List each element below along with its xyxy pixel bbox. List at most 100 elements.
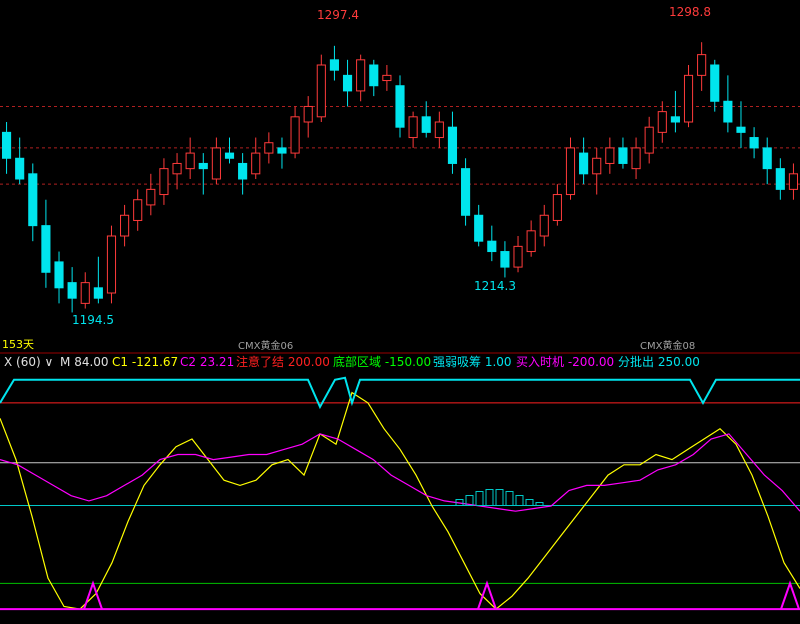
- accumulation-bar: [505, 491, 514, 507]
- candle-body-down: [474, 214, 484, 242]
- candle-body-up: [356, 59, 366, 92]
- candle: [133, 189, 143, 231]
- c2-readout: C2 23.21: [180, 355, 234, 369]
- series-c2: [0, 433, 800, 512]
- candle-body-down: [93, 287, 103, 299]
- candle-body-down: [238, 162, 248, 180]
- candle: [80, 272, 90, 309]
- candle: [224, 137, 235, 164]
- candle: [54, 251, 64, 304]
- candle: [120, 204, 130, 247]
- low-label-1: 1194.5: [72, 313, 114, 327]
- candle: [552, 184, 562, 226]
- price-panel: [0, 42, 800, 313]
- candle: [710, 59, 720, 112]
- candle-body-up: [159, 168, 169, 196]
- candle-body-up: [631, 147, 641, 170]
- buy-label: 买入时机: [516, 355, 565, 369]
- low-label-2: 1214.3: [474, 279, 516, 293]
- candle-body-up: [605, 147, 615, 164]
- candle: [67, 267, 77, 313]
- chevron-down-icon[interactable]: ∨: [41, 355, 53, 369]
- candle: [644, 116, 654, 164]
- chart-canvas: 1297.4 1298.8 1194.5 1214.3 153天 CMX黄金06…: [0, 5, 800, 611]
- candle-body-down: [421, 116, 431, 133]
- accumulation-bar: [515, 495, 524, 507]
- candle-body-down: [329, 59, 339, 71]
- contract-label-2: CMX黄金08: [640, 339, 695, 352]
- bottom-value: -150.00: [384, 355, 432, 369]
- candle-body-down: [461, 168, 471, 216]
- candle-body-up: [657, 111, 667, 133]
- candle-body-up: [408, 116, 418, 139]
- alert-readout: 注意了结 200.00: [236, 355, 330, 369]
- candle-body-down: [447, 126, 458, 164]
- accumulation-bar: [535, 502, 544, 507]
- candle: [670, 90, 680, 133]
- candle-body-down: [67, 282, 77, 299]
- candle: [657, 101, 667, 143]
- alert-value: 200.00: [287, 355, 330, 369]
- candle: [447, 111, 458, 174]
- candle-body-up: [303, 105, 313, 123]
- candle: [749, 127, 759, 159]
- candle-body-up: [683, 74, 694, 123]
- c2-label: C2: [180, 355, 197, 369]
- high-label-2: 1298.8: [669, 5, 711, 19]
- candle-body-up: [185, 152, 195, 170]
- bottom-readout: 底部区域 -150.00: [333, 355, 431, 369]
- candle: [513, 236, 523, 273]
- candle-body-up: [146, 188, 156, 206]
- candle-body-down: [28, 173, 38, 227]
- candle-body-up: [788, 173, 799, 190]
- candle-body-down: [723, 100, 733, 123]
- candle: [500, 241, 510, 278]
- candle: [474, 204, 484, 247]
- candle: [487, 225, 497, 262]
- candle-body-down: [369, 64, 379, 87]
- candle: [592, 147, 602, 195]
- sell-label: 分批出: [618, 355, 655, 369]
- candle: [146, 173, 156, 216]
- candle: [251, 137, 261, 179]
- candle-body-down: [762, 147, 772, 170]
- candle: [303, 96, 313, 138]
- candle: [526, 220, 536, 257]
- candle-body-down: [395, 85, 405, 128]
- indicator-panel: [0, 376, 800, 611]
- c2-value: 23.21: [199, 355, 235, 369]
- buy-signal-spike: [477, 580, 497, 610]
- candle: [762, 137, 772, 185]
- candle-body-up: [539, 214, 549, 237]
- bottom-label: 底部区域: [333, 355, 382, 369]
- strong-value: 1.00: [484, 355, 512, 369]
- candle: [264, 132, 274, 164]
- series-x: [0, 391, 800, 610]
- candle-body-down: [41, 225, 51, 273]
- m-label: M: [60, 355, 71, 369]
- candle-body-down: [710, 64, 720, 102]
- candle: [41, 199, 51, 288]
- candle: [15, 137, 25, 185]
- candle-body-up: [526, 230, 536, 253]
- candle-body-down: [500, 251, 510, 268]
- c1-label: C1: [112, 355, 129, 369]
- candle-body-up: [434, 121, 444, 139]
- m-readout: M 84.00: [60, 355, 109, 369]
- indicator-name[interactable]: X (60) ∨: [4, 355, 53, 369]
- candle-body-up: [513, 245, 523, 268]
- c1-readout: C1 -121.67: [112, 355, 178, 369]
- strong-readout: 强弱吸筹 1.00: [433, 355, 512, 369]
- strong-label: 强弱吸筹: [433, 355, 482, 369]
- contract-label-1: CMX黄金06: [238, 339, 293, 352]
- candle: [434, 111, 444, 148]
- candle: [631, 137, 641, 179]
- candle: [539, 204, 549, 247]
- candle: [342, 59, 353, 107]
- candle-body-up: [565, 147, 576, 196]
- candle-body-down: [54, 261, 64, 289]
- buy-readout: 买入时机 -200.00: [516, 355, 614, 369]
- days-label: 153天: [2, 338, 34, 351]
- candle-body-up: [80, 282, 90, 304]
- candle: [238, 153, 248, 195]
